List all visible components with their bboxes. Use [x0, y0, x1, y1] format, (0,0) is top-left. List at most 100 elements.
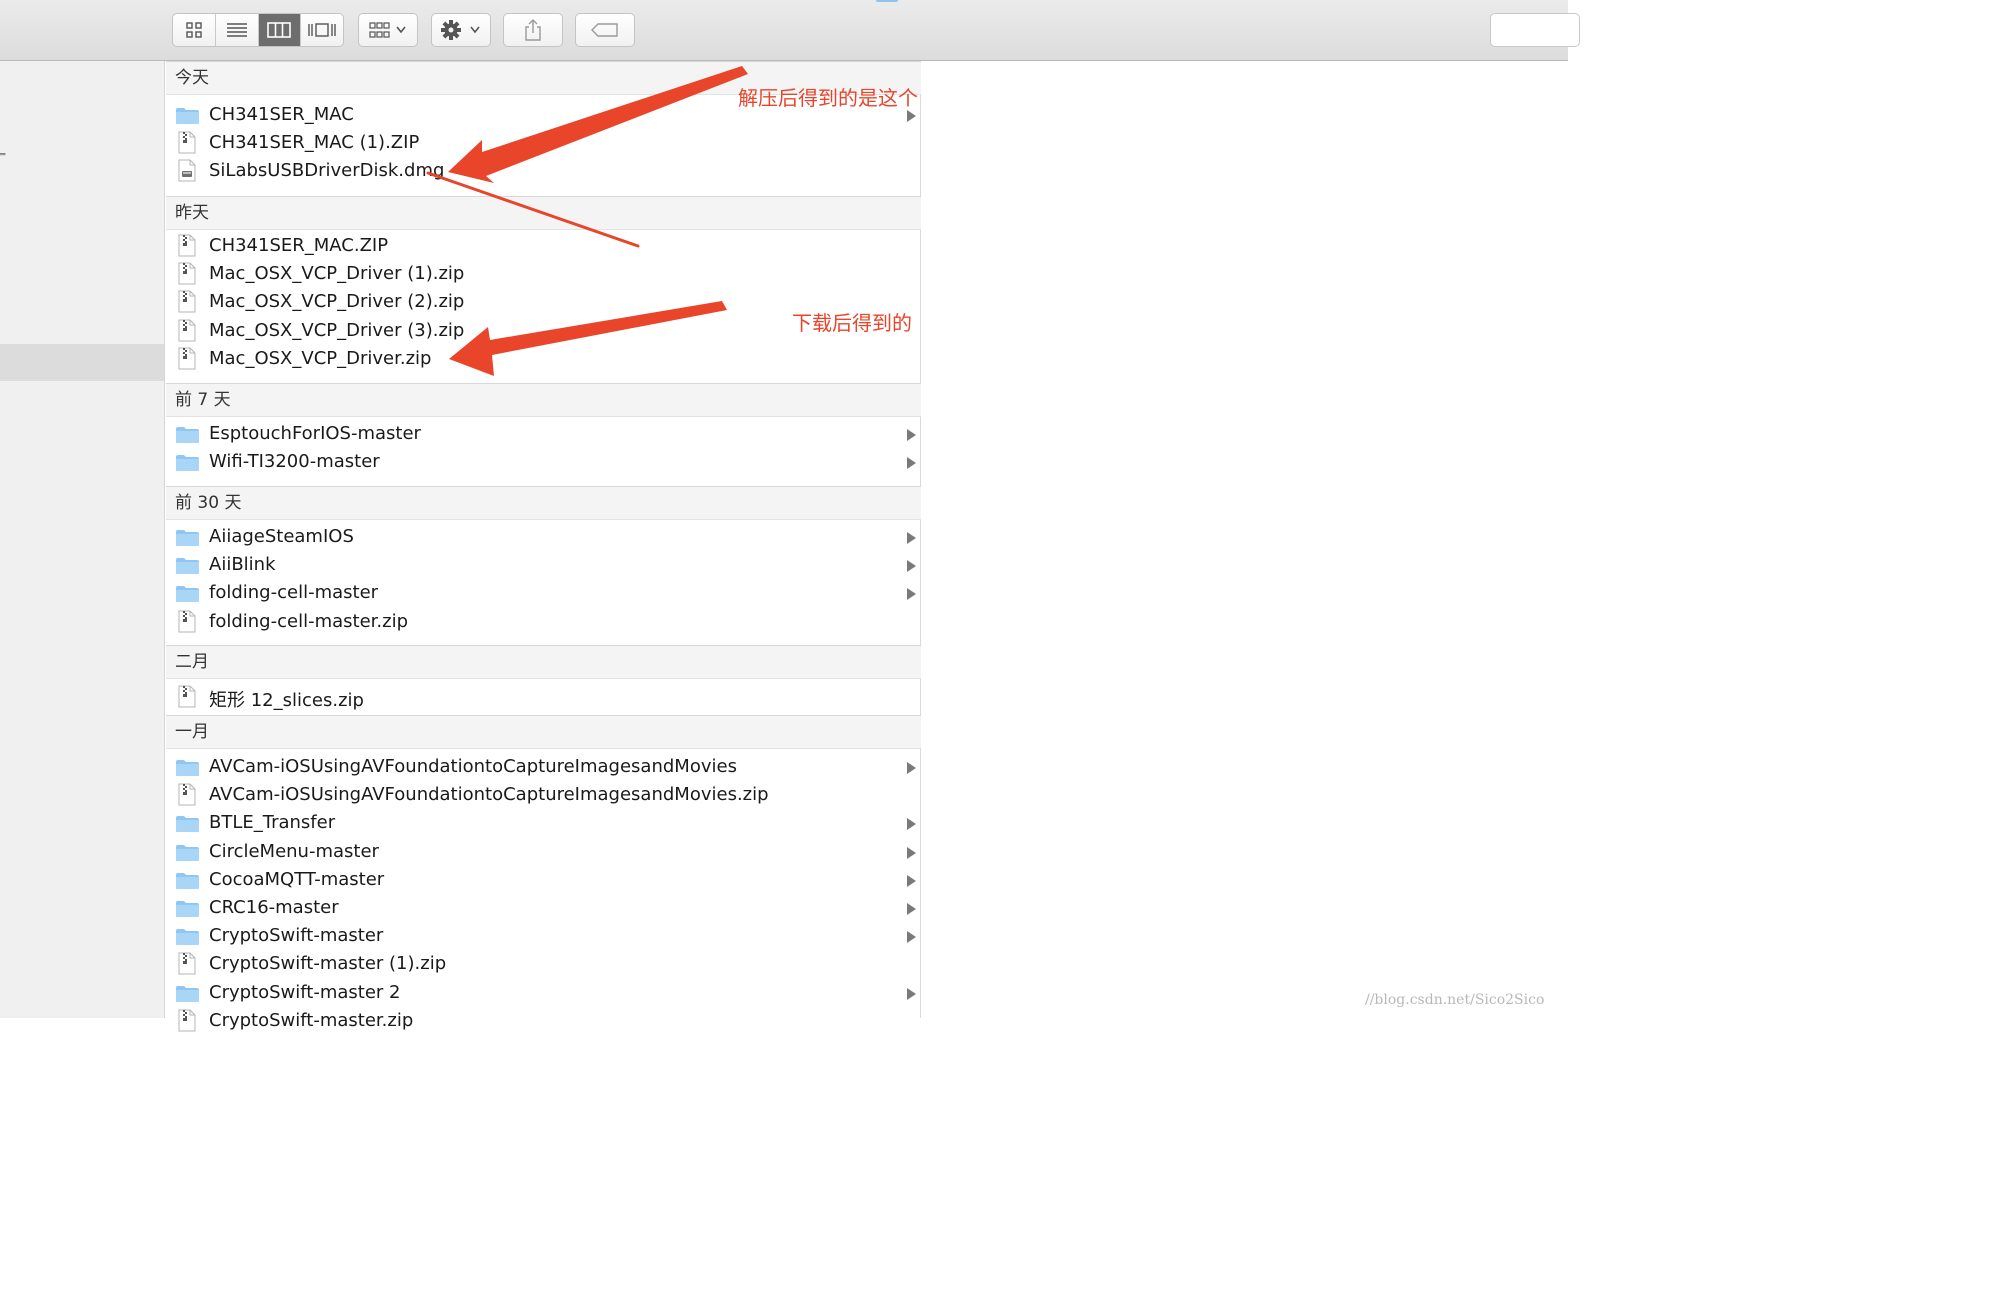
column-view-icon	[267, 22, 292, 38]
folder-row[interactable]: AiiBlink	[166, 551, 921, 579]
folder-row[interactable]: Wifi-TI3200-master	[166, 448, 921, 476]
disclosure-arrow-icon[interactable]	[907, 588, 916, 601]
disclosure-arrow-icon[interactable]	[907, 987, 916, 1000]
folder-row[interactable]: AiiageSteamIOS	[166, 523, 921, 551]
file-row[interactable]: CryptoSwift-master.zip	[166, 1007, 921, 1035]
disclosure-arrow-icon[interactable]	[907, 903, 916, 915]
sidebar-selected-item[interactable]	[0, 344, 164, 381]
disclosure-arrow-icon[interactable]	[907, 560, 916, 573]
item-name: AiiBlink	[209, 554, 276, 576]
folder-icon	[175, 556, 200, 575]
item-name: AVCam-iOSUsingAVFoundationtoCaptureImage…	[209, 756, 737, 777]
folder-icon	[175, 528, 200, 547]
zip-archive-icon	[178, 290, 196, 313]
disclosure-arrow-icon[interactable]	[907, 846, 916, 859]
cover-flow-icon	[308, 23, 336, 37]
folder-row[interactable]: CryptoSwift-master 2	[166, 979, 921, 1007]
zip-archive-icon	[178, 1009, 196, 1032]
item-name: CryptoSwift-master 2	[209, 981, 401, 1003]
disclosure-arrow-icon[interactable]	[907, 818, 916, 831]
file-row[interactable]: Mac_OSX_VCP_Driver.zip	[166, 345, 921, 373]
list-view-button[interactable]	[216, 14, 259, 46]
folder-icon	[175, 106, 200, 125]
folder-row[interactable]: AVCam-iOSUsingAVFoundationtoCaptureImage…	[166, 753, 921, 781]
folder-row[interactable]: CircleMenu-master	[166, 838, 921, 866]
file-row[interactable]: CH341SER_MAC (1).ZIP	[166, 129, 921, 157]
file-row[interactable]: Mac_OSX_VCP_Driver (1).zip	[166, 260, 921, 288]
disclosure-arrow-icon[interactable]	[907, 457, 916, 470]
zip-archive-icon	[178, 685, 196, 708]
search-field[interactable]	[1490, 13, 1580, 47]
folder-icon	[175, 814, 200, 833]
zip-archive-icon	[178, 610, 196, 633]
folder-row[interactable]: CocoaMQTT-master	[166, 866, 921, 894]
folder-row[interactable]: CRC16-master	[166, 894, 921, 922]
zip-archive-icon	[178, 234, 196, 257]
disclosure-arrow-icon[interactable]	[907, 532, 916, 544]
zip-archive-icon	[178, 347, 196, 370]
folder-icon	[175, 843, 200, 862]
item-name: BTLE_Transfer	[209, 812, 336, 834]
share-button[interactable]	[503, 13, 563, 47]
zip-archive-icon	[178, 319, 196, 342]
file-row[interactable]: folding-cell-master.zip	[166, 608, 921, 636]
folder-icon	[175, 584, 200, 603]
window-title-folder-icon	[876, 0, 898, 2]
folder-icon	[175, 927, 200, 946]
item-name: 矩形 12_slices.zip	[209, 690, 364, 711]
folder-row[interactable]: EsptouchForIOS-master	[166, 420, 921, 448]
disclosure-arrow-icon[interactable]	[907, 874, 916, 887]
file-row[interactable]: CH341SER_MAC.ZIP	[166, 232, 921, 260]
view-mode-segmented-control	[172, 13, 344, 47]
icon-view-button[interactable]	[173, 14, 216, 46]
folder-icon	[175, 871, 200, 890]
file-row[interactable]: CryptoSwift-master (1).zip	[166, 950, 921, 978]
folder-icon	[175, 899, 200, 918]
folder-row[interactable]: BTLE_Transfer	[166, 809, 921, 837]
action-menu-button[interactable]	[431, 13, 491, 47]
folder-row[interactable]: CryptoSwift-master	[166, 922, 921, 950]
file-row[interactable]: AVCam-iOSUsingAVFoundationtoCaptureImage…	[166, 781, 921, 809]
item-name: CryptoSwift-master	[209, 925, 384, 947]
disclosure-arrow-icon[interactable]	[907, 110, 916, 122]
item-name: Mac_OSX_VCP_Driver (1).zip	[209, 263, 465, 285]
date-group-header: 前 30 天	[166, 486, 921, 520]
item-name: Mac_OSX_VCP_Driver (3).zip	[209, 319, 465, 341]
item-name: CRC16-master	[209, 897, 339, 918]
file-row[interactable]: 矩形 12_slices.zip	[166, 683, 921, 711]
folder-row[interactable]: folding-cell-master	[166, 579, 921, 607]
cover-flow-view-button[interactable]	[301, 14, 343, 46]
zip-archive-icon	[178, 262, 196, 285]
date-group-header: 二月	[166, 645, 921, 679]
date-group-header: 一月	[166, 715, 921, 749]
column-view-button[interactable]	[258, 14, 302, 46]
tag-button[interactable]	[575, 13, 635, 47]
date-group-header: 昨天	[166, 196, 921, 230]
zip-archive-icon	[178, 783, 196, 806]
item-name: SiLabsUSBDriverDisk.dmg	[209, 160, 445, 182]
item-name: Mac_OSX_VCP_Driver.zip	[209, 347, 432, 369]
disclosure-arrow-icon[interactable]	[907, 429, 916, 441]
list-view-icon	[226, 23, 247, 37]
folder-icon	[175, 984, 200, 1003]
zip-archive-icon	[178, 952, 196, 975]
item-name: CH341SER_MAC	[209, 104, 354, 125]
disclosure-arrow-icon[interactable]	[907, 931, 916, 944]
annotation-downloaded-label: 下载后得到的	[792, 311, 912, 335]
item-name: CocoaMQTT-master	[209, 868, 385, 890]
annotation-unzipped-label: 解压后得到的是这个	[738, 86, 918, 110]
finder-sidebar: ⁼	[0, 61, 165, 1018]
folder-icon	[175, 453, 200, 472]
file-row[interactable]: SiLabsUSBDriverDisk.dmg	[166, 157, 921, 185]
item-name: EsptouchForIOS-master	[209, 423, 421, 444]
tag-icon	[591, 23, 618, 37]
finder-toolbar	[0, 0, 1580, 61]
folder-icon	[175, 425, 200, 444]
item-name: CH341SER_MAC.ZIP	[209, 235, 389, 256]
item-name: CircleMenu-master	[209, 840, 379, 862]
date-group-header: 前 7 天	[166, 383, 921, 417]
sidebar-edge-glyph: ⁼	[0, 149, 7, 165]
arrange-button[interactable]	[358, 13, 418, 47]
gear-icon	[441, 20, 480, 40]
disclosure-arrow-icon[interactable]	[907, 762, 916, 774]
